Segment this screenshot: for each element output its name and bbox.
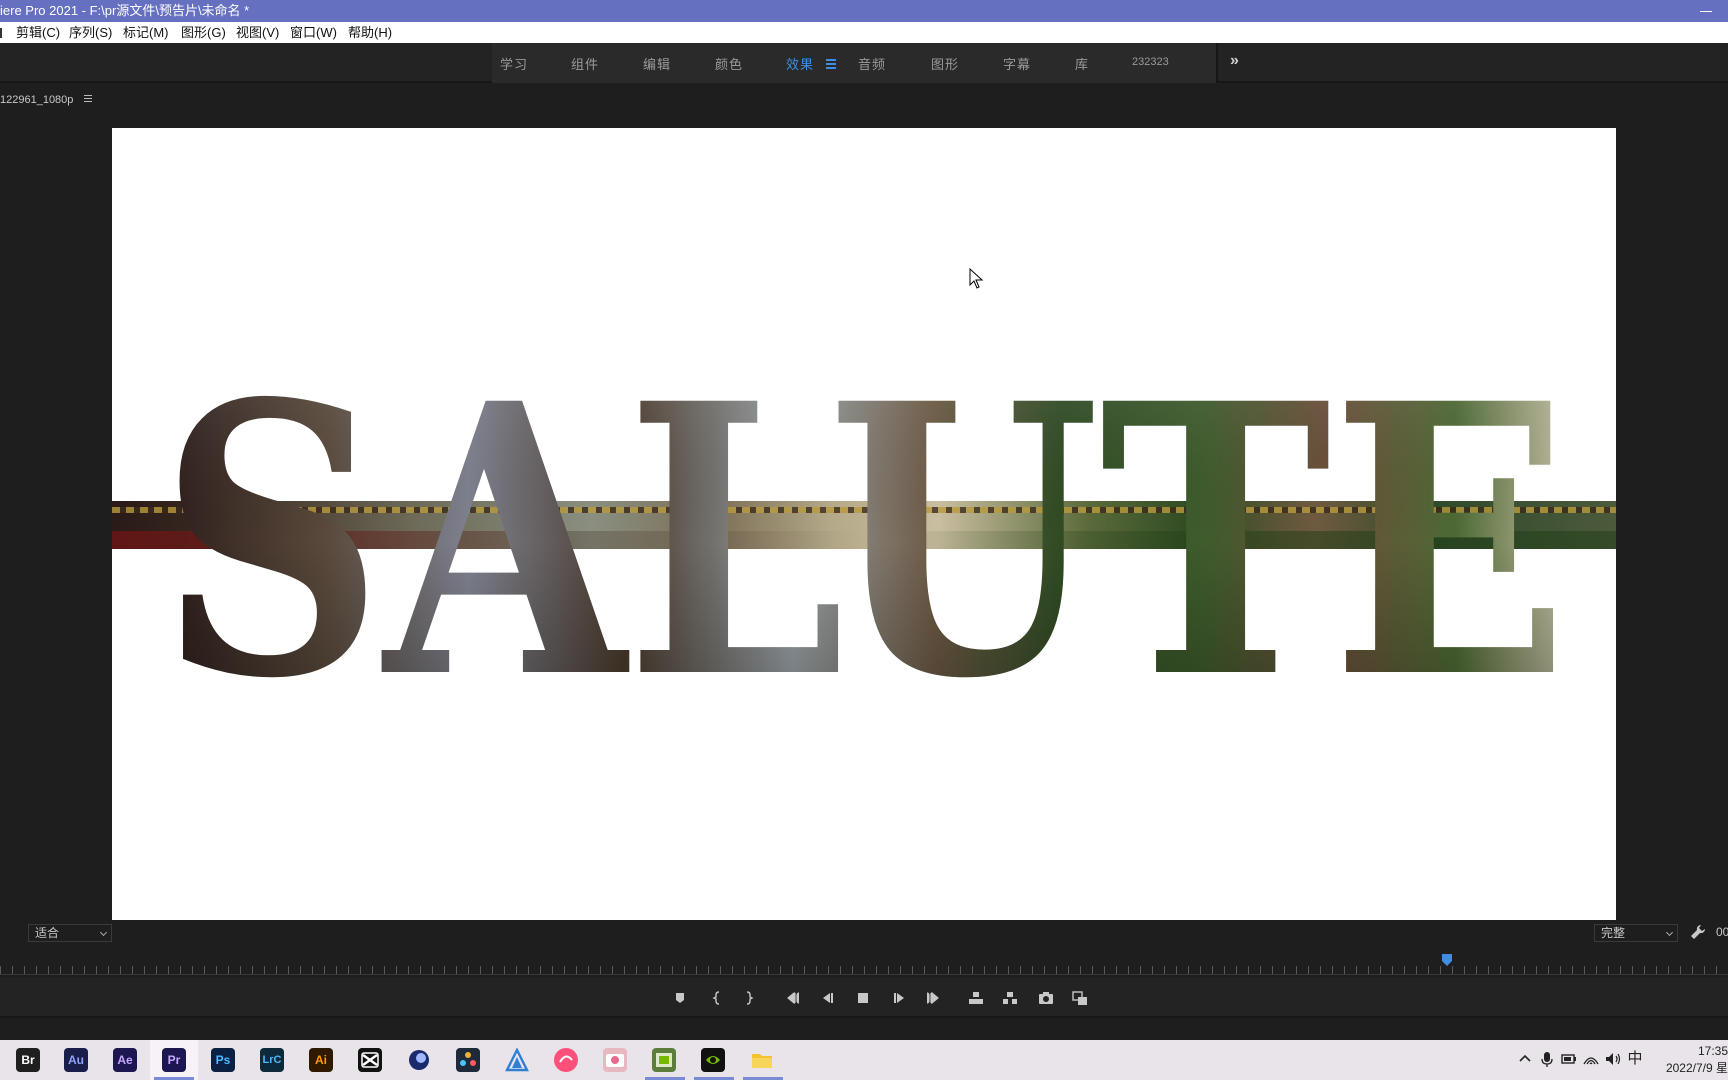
capcut-icon[interactable] (358, 1048, 382, 1072)
salute-text-shade: SALUTE (159, 323, 1569, 760)
file-explorer-icon[interactable] (750, 1048, 774, 1072)
window-title: iere Pro 2021 - F:\pr源文件\预告片\未命名 * (0, 3, 250, 18)
menu-clip[interactable]: 剪辑(C) (16, 22, 60, 43)
workspace-divider (1216, 43, 1218, 83)
step-back-button[interactable] (818, 988, 838, 1008)
workspace-menu-icon[interactable] (826, 59, 836, 69)
network-icon[interactable] (1582, 1050, 1600, 1068)
duration-timecode: 00 (1716, 925, 1728, 939)
tab-effects[interactable]: 效果 (786, 54, 814, 73)
playback-resolution-value: 完整 (1601, 926, 1626, 940)
export-frame-button[interactable] (1036, 988, 1056, 1008)
stop-icon (858, 993, 868, 1003)
zoom-level-value: 适合 (35, 926, 60, 940)
camera-icon (1039, 992, 1053, 1004)
taskbar-after-effects[interactable]: Ae (113, 1048, 137, 1072)
lift-icon (969, 992, 983, 1004)
chevron-up-icon[interactable] (1516, 1050, 1534, 1068)
tab-editing[interactable]: 编辑 (643, 54, 671, 73)
menu-help[interactable]: 帮助(H) (348, 22, 392, 43)
wrench-icon[interactable] (1690, 924, 1706, 940)
microphone-icon[interactable] (1538, 1050, 1556, 1068)
tab-graphics[interactable]: 图形 (931, 54, 959, 73)
battery-icon[interactable] (1560, 1050, 1578, 1068)
go-to-in-icon (787, 991, 800, 1005)
tab-libraries[interactable]: 库 (1075, 54, 1089, 73)
title-bar: iere Pro 2021 - F:\pr源文件\预告片\未命名 * (0, 0, 1728, 22)
speaker-icon[interactable] (1604, 1050, 1622, 1068)
playback-resolution-select[interactable]: 完整 (1594, 924, 1678, 942)
windows-taskbar: Br Au Ae Pr Ps LrC Ai 中 17:35 2022/7/9 星 (0, 1040, 1728, 1080)
minimize-button[interactable] (1698, 0, 1714, 22)
add-marker-button[interactable] (670, 988, 690, 1008)
zoom-level-select[interactable]: 适合 (28, 924, 112, 942)
compare-view-icon (1072, 991, 1087, 1005)
workspace-bar: 学习 组件 编辑 颜色 效果 音频 图形 字幕 库 232323 » (0, 43, 1728, 83)
mark-in-icon (712, 991, 720, 1005)
salute-title-graphic: SALUTE SALUTE (159, 323, 1569, 760)
system-clock[interactable]: 17:35 2022/7/9 星 (1660, 1043, 1728, 1077)
triangle-app-icon[interactable] (505, 1047, 529, 1072)
nvidia-control-icon[interactable] (652, 1048, 676, 1072)
playhead-icon[interactable] (1442, 954, 1452, 966)
extract-button[interactable] (1000, 988, 1020, 1008)
chevron-down-icon (1665, 928, 1674, 937)
taskbar-illustrator[interactable]: Ai (309, 1048, 333, 1072)
step-forward-icon (894, 993, 904, 1003)
tab-learning[interactable]: 学习 (500, 54, 528, 73)
program-monitor-header: 122961_1080p (0, 88, 1728, 114)
go-to-out-button[interactable] (922, 988, 942, 1008)
menu-markers[interactable]: 标记(M) (123, 22, 169, 43)
step-forward-button[interactable] (889, 988, 909, 1008)
pink-app-icon[interactable] (554, 1048, 578, 1072)
taskbar-premiere[interactable]: Pr (162, 1048, 186, 1072)
mark-out-button[interactable] (739, 988, 759, 1008)
stop-button[interactable] (853, 988, 873, 1008)
ruler-baseline (0, 974, 1728, 975)
extract-icon (1003, 992, 1017, 1004)
mark-out-icon (746, 991, 754, 1005)
comparison-view-button[interactable] (1070, 988, 1090, 1008)
workspace-tabs (492, 43, 1218, 83)
add-marker-icon (676, 993, 684, 1003)
photo-app-icon[interactable] (603, 1048, 627, 1072)
cinema4d-icon[interactable] (407, 1048, 431, 1072)
mouse-cursor-icon (969, 268, 984, 289)
sequence-name[interactable]: 122961_1080p (0, 94, 73, 106)
premiere-window: iere Pro 2021 - F:\pr源文件\预告片\未命名 * 剪辑(C)… (0, 0, 1728, 1080)
clock-time: 17:35 (1697, 1044, 1728, 1058)
tab-custom-workspace[interactable]: 232323 (1132, 56, 1169, 68)
step-back-icon (823, 993, 833, 1003)
panel-menu-icon[interactable] (84, 95, 92, 103)
taskbar-audition[interactable]: Au (64, 1048, 88, 1072)
nvidia-geforce-icon[interactable] (701, 1048, 725, 1072)
menu-view[interactable]: 视图(V) (236, 22, 279, 43)
menu-window[interactable]: 窗口(W) (290, 22, 337, 43)
lift-button[interactable] (966, 988, 986, 1008)
tab-audio[interactable]: 音频 (858, 54, 886, 73)
davinci-resolve-icon[interactable] (456, 1048, 480, 1072)
menu-sequence[interactable]: 序列(S) (69, 22, 112, 43)
go-to-out-icon (926, 991, 939, 1005)
menu-separator (0, 28, 2, 38)
taskbar-photoshop[interactable]: Ps (211, 1048, 235, 1072)
tab-color[interactable]: 颜色 (715, 54, 743, 73)
tab-captions[interactable]: 字幕 (1003, 54, 1031, 73)
chevron-down-icon (99, 928, 108, 937)
menu-graphics[interactable]: 图形(G) (181, 22, 226, 43)
transport-controls (0, 978, 1728, 1018)
ruler-ticks (0, 966, 1728, 974)
taskbar-bridge[interactable]: Br (16, 1048, 40, 1072)
go-to-in-button[interactable] (784, 988, 804, 1008)
mark-in-button[interactable] (707, 988, 727, 1008)
taskbar-lightroom-classic[interactable]: LrC (260, 1048, 284, 1072)
input-method-indicator[interactable]: 中 (1626, 1050, 1644, 1068)
more-workspaces-icon[interactable]: » (1230, 52, 1239, 70)
tab-assembly[interactable]: 组件 (571, 54, 599, 73)
time-ruler[interactable] (0, 952, 1728, 976)
clock-date: 2022/7/9 星 (1665, 1061, 1728, 1075)
program-monitor-video[interactable]: SALUTE SALUTE (112, 128, 1616, 920)
menu-bar: 剪辑(C) 序列(S) 标记(M) 图形(G) 视图(V) 窗口(W) 帮助(H… (0, 22, 1728, 43)
